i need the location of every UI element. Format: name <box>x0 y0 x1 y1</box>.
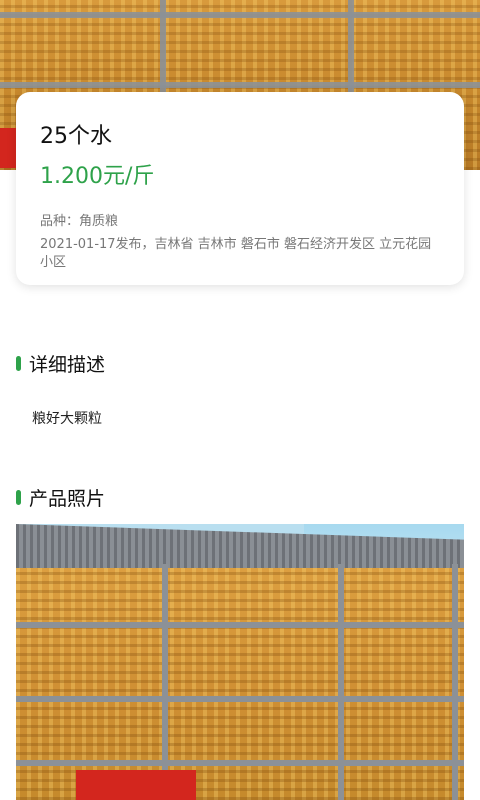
red-banner <box>76 770 196 800</box>
listing-card: 25个水 1.200元/斤 品种：角质粮 2021-01-17发布，吉林省 吉林… <box>16 92 464 285</box>
description-text: 粮好大颗粒 <box>32 411 102 427</box>
description-title: 详细描述 <box>29 354 106 376</box>
listing-meta: 2021-01-17发布，吉林省 吉林市 磐石市 磐石经济开发区 立元花园小区 <box>40 237 432 270</box>
product-photo[interactable] <box>16 524 464 800</box>
fence-rail <box>16 696 464 702</box>
section-marker <box>16 356 21 371</box>
red-banner <box>0 128 16 168</box>
fence-rail <box>16 760 464 766</box>
photos-header: 产品照片 <box>16 484 105 511</box>
description-header: 详细描述 <box>16 350 105 377</box>
photos-title: 产品照片 <box>29 488 106 510</box>
fence-rail <box>0 82 480 88</box>
listing-variety: 品种：角质粮 <box>40 214 119 229</box>
fence-rail <box>0 12 480 18</box>
listing-price: 1.200元/斤 <box>40 164 155 189</box>
fence-rail <box>16 622 464 628</box>
section-marker <box>16 490 21 505</box>
listing-title: 25个水 <box>40 124 112 149</box>
